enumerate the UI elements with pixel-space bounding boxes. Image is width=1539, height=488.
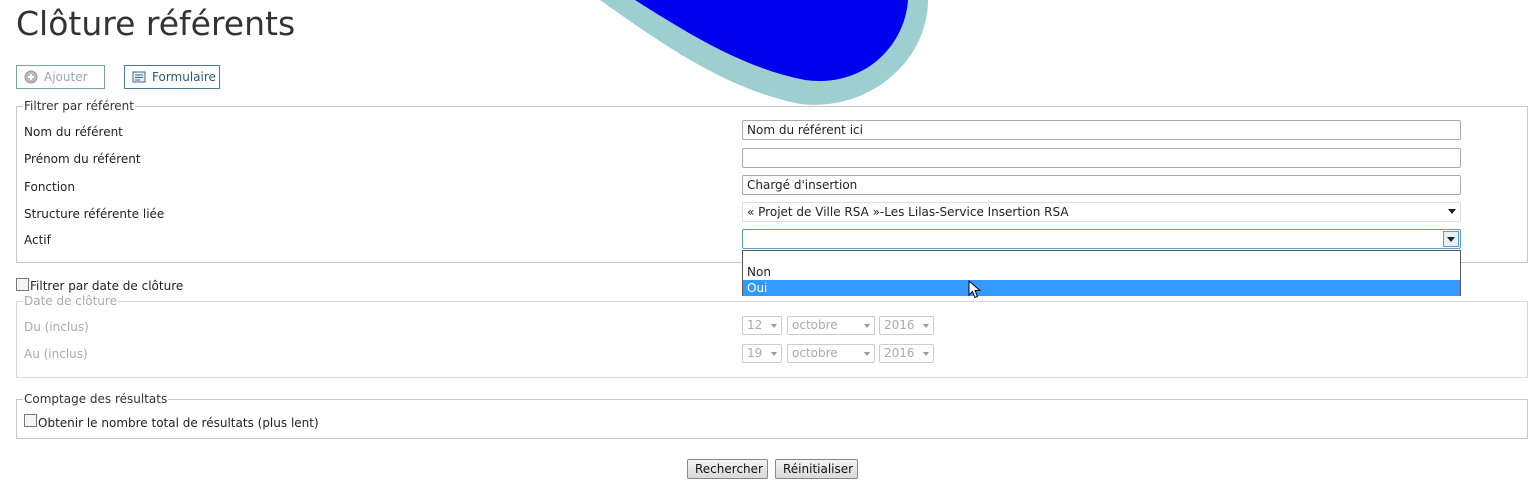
date-from-month-select[interactable]: octobre [787,316,875,335]
structure-select-value: « Projet de Ville RSA »-Les Lilas-Servic… [747,205,1069,219]
add-button[interactable]: Ajouter [16,65,105,89]
count-legend: Comptage des résultats [23,392,169,406]
referent-filter-legend: Filtrer par référent [23,99,135,113]
actif-label: Actif [24,233,51,247]
decorative-shape [560,0,940,110]
fonction-input[interactable]: Chargé d'insertion [742,175,1461,195]
chevron-down-icon [864,352,870,356]
page-title: Clôture référents [16,4,296,43]
chevron-down-icon [923,352,929,356]
chevron-down-icon [771,352,777,356]
date-filter-checkbox[interactable] [16,278,29,291]
actif-select[interactable] [742,229,1461,249]
date-legend: Date de clôture [23,294,118,308]
date-from-year-select[interactable]: 2016 [879,316,934,335]
form-icon [132,70,146,84]
date-from-day-value: 12 [747,318,763,332]
date-to-month-select[interactable]: octobre [787,344,875,363]
prenom-label: Prénom du référent [24,152,141,166]
structure-label: Structure référente liée [24,207,165,221]
date-to-year-value: 2016 [884,346,915,360]
date-from-day-select[interactable]: 12 [742,316,782,335]
form-button-label: Formulaire [152,70,216,84]
actif-dropdown-list: Non Oui [742,250,1461,296]
structure-select[interactable]: « Projet de Ville RSA »-Les Lilas-Servic… [742,202,1461,222]
count-checkbox-label: Obtenir le nombre total de résultats (pl… [38,416,319,430]
date-from-month-value: octobre [792,318,838,332]
add-icon [24,70,38,84]
date-fieldset [16,301,1528,378]
date-from-label: Du (inclus) [24,320,89,334]
form-button[interactable]: Formulaire [124,65,220,89]
date-to-month-value: octobre [792,346,838,360]
date-to-year-select[interactable]: 2016 [879,344,934,363]
search-button[interactable]: Rechercher [687,459,768,479]
date-to-day-select[interactable]: 19 [742,344,782,363]
chevron-down-icon [864,324,870,328]
nom-label: Nom du référent [24,125,123,139]
fonction-label: Fonction [24,180,76,194]
reset-button[interactable]: Réinitialiser [775,459,858,479]
chevron-down-icon [1448,209,1456,214]
dropdown-option-oui[interactable]: Oui [743,280,1460,296]
dropdown-option-non[interactable]: Non [743,264,1460,280]
actif-dropdown-button[interactable] [1443,231,1459,247]
chevron-down-icon [1447,237,1455,242]
prenom-input[interactable] [742,148,1461,168]
nom-input[interactable]: Nom du référent ici [742,120,1461,140]
add-button-label: Ajouter [44,70,88,84]
mouse-cursor-icon [968,280,982,299]
date-filter-checkbox-label: Filtrer par date de clôture [30,279,184,293]
chevron-down-icon [771,324,777,328]
date-from-year-value: 2016 [884,318,915,332]
count-checkbox[interactable] [24,414,37,427]
date-to-label: Au (inclus) [24,347,88,361]
chevron-down-icon [923,324,929,328]
date-to-day-value: 19 [747,346,763,360]
